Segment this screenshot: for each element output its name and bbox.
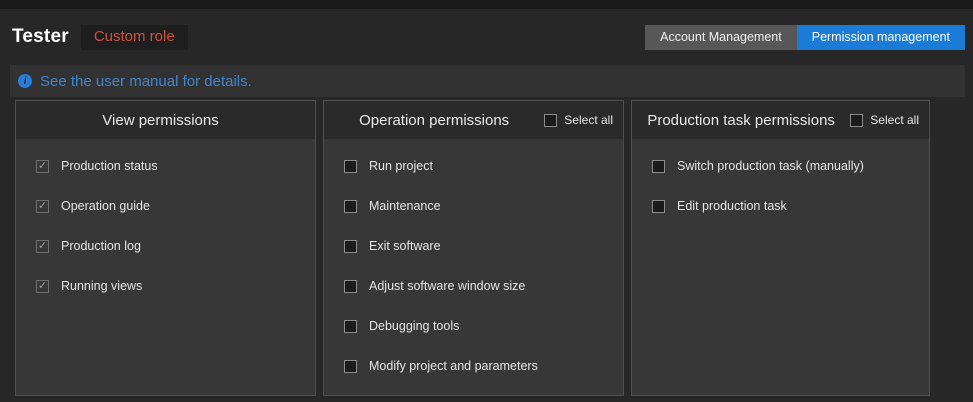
permission-row: ✓ Switch production task (manually) [652, 146, 929, 186]
panel-view-permissions-body: ✓ Production status ✓ Operation guide ✓ … [16, 139, 315, 395]
panel-operation-permissions: Operation permissions ✓ Select all ✓ Run… [323, 100, 624, 396]
panel-title: Operation permissions [324, 112, 544, 129]
role-badge: Custom role [81, 25, 188, 50]
checkbox-maintenance[interactable]: ✓ [344, 200, 357, 213]
select-all-label: Select all [870, 113, 919, 127]
permission-row: ✓ Operation guide [36, 186, 315, 226]
permission-row: ✓ Edit production task [652, 186, 929, 226]
checkbox-edit-production-task[interactable]: ✓ [652, 200, 665, 213]
header: Tester Custom role Account Management Pe… [0, 9, 973, 65]
panel-view-permissions: View permissions ✓ Production status ✓ O… [15, 100, 316, 396]
select-all-operation-checkbox[interactable]: ✓ [544, 114, 557, 127]
panel-production-task-permissions: Production task permissions ✓ Select all… [631, 100, 930, 396]
checkbox-adjust-window-size[interactable]: ✓ [344, 280, 357, 293]
panel-production-task-permissions-body: ✓ Switch production task (manually) ✓ Ed… [632, 139, 929, 395]
permission-label: Switch production task (manually) [677, 159, 864, 173]
checkbox-production-log: ✓ [36, 240, 49, 253]
permission-label: Run project [369, 159, 433, 173]
permission-label: Debugging tools [369, 319, 459, 333]
permission-row: ✓ Running views [36, 266, 315, 306]
tab-permission-management[interactable]: Permission management [797, 25, 965, 50]
page-title: Tester [12, 26, 69, 48]
panel-operation-permissions-body: ✓ Run project ✓ Maintenance ✓ Exit softw… [324, 139, 623, 395]
permission-panels: View permissions ✓ Production status ✓ O… [15, 100, 973, 396]
permission-label: Running views [61, 279, 142, 293]
check-icon: ✓ [38, 241, 47, 252]
permission-label: Edit production task [677, 199, 787, 213]
permission-label: Exit software [369, 239, 441, 253]
header-left: Tester Custom role [12, 25, 188, 50]
select-all-operation[interactable]: ✓ Select all [544, 113, 613, 127]
panel-operation-permissions-header: Operation permissions ✓ Select all [324, 101, 623, 139]
user-manual-link[interactable]: See the user manual for details. [40, 73, 252, 90]
permission-row: ✓ Production log [36, 226, 315, 266]
panel-title: View permissions [16, 112, 305, 129]
checkbox-modify-project-parameters[interactable]: ✓ [344, 360, 357, 373]
permission-label: Modify project and parameters [369, 359, 538, 373]
panel-production-task-permissions-header: Production task permissions ✓ Select all [632, 101, 929, 139]
permission-row: ✓ Run project [344, 146, 623, 186]
check-icon: ✓ [38, 161, 47, 172]
permission-label: Operation guide [61, 199, 150, 213]
permission-label: Production status [61, 159, 158, 173]
checkbox-operation-guide: ✓ [36, 200, 49, 213]
info-icon: i [18, 74, 32, 88]
window-top-strip [0, 0, 973, 9]
permission-label: Adjust software window size [369, 279, 525, 293]
permission-management-screen: Tester Custom role Account Management Pe… [0, 0, 973, 402]
permission-row: ✓ Adjust software window size [344, 266, 623, 306]
checkbox-running-views: ✓ [36, 280, 49, 293]
checkbox-production-status: ✓ [36, 160, 49, 173]
permission-label: Production log [61, 239, 141, 253]
permission-row: ✓ Modify project and parameters [344, 346, 623, 386]
permission-row: ✓ Exit software [344, 226, 623, 266]
header-tabs: Account Management Permission management [645, 25, 965, 50]
check-icon: ✓ [38, 281, 47, 292]
checkbox-exit-software[interactable]: ✓ [344, 240, 357, 253]
checkbox-debugging-tools[interactable]: ✓ [344, 320, 357, 333]
permission-label: Maintenance [369, 199, 441, 213]
panel-title: Production task permissions [632, 112, 850, 129]
checkbox-run-project[interactable]: ✓ [344, 160, 357, 173]
panel-view-permissions-header: View permissions [16, 101, 315, 139]
permission-row: ✓ Debugging tools [344, 306, 623, 346]
tab-account-management[interactable]: Account Management [645, 25, 797, 50]
select-all-production-task-checkbox[interactable]: ✓ [850, 114, 863, 127]
select-all-production-task[interactable]: ✓ Select all [850, 113, 919, 127]
check-icon: ✓ [38, 201, 47, 212]
permission-row: ✓ Maintenance [344, 186, 623, 226]
permission-row: ✓ Production status [36, 146, 315, 186]
checkbox-switch-production-task[interactable]: ✓ [652, 160, 665, 173]
info-banner: i See the user manual for details. [10, 65, 965, 97]
select-all-label: Select all [564, 113, 613, 127]
